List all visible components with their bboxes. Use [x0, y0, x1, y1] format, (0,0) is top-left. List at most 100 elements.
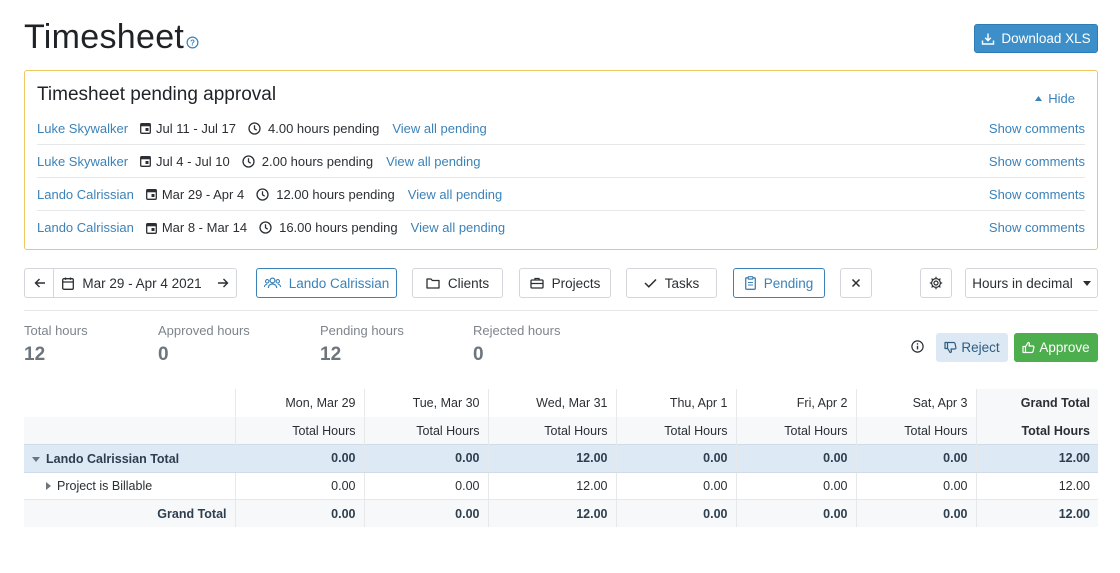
column-header-day: Mon, Mar 29 — [235, 389, 365, 417]
table-cell: 0.00 — [736, 499, 857, 527]
pending-user-link[interactable]: Luke Skywalker — [37, 121, 128, 136]
table-cell: 0.00 — [235, 444, 365, 473]
table-cell: 12.00 — [488, 499, 617, 527]
total-hours-label: Total hours — [24, 323, 88, 338]
arrow-left-icon — [34, 278, 45, 288]
pending-user-link[interactable]: Luke Skywalker — [37, 154, 128, 169]
table-cell-total: 12.00 — [976, 472, 1098, 500]
pending-row: Lando Calrissian Mar 8 - Mar 14 16.00 ho… — [37, 211, 1085, 244]
rejected-hours-value: 0 — [473, 344, 484, 365]
close-icon — [851, 278, 861, 288]
table-cell: 0.00 — [736, 472, 857, 500]
column-header-day: Wed, Mar 31 — [488, 389, 617, 417]
calendar-icon — [145, 189, 157, 200]
hide-link[interactable]: Hide — [1035, 91, 1075, 106]
pending-title: Timesheet pending approval — [37, 84, 277, 105]
column-header-day: Sat, Apr 3 — [856, 389, 977, 417]
table-cell: 12.00 — [488, 444, 617, 473]
pending-filter-button[interactable]: Pending — [733, 268, 825, 298]
column-subheader: Total Hours — [976, 417, 1098, 445]
table-cell: 0.00 — [235, 499, 365, 527]
users-icon — [263, 277, 281, 289]
caret-down-icon[interactable] — [32, 456, 40, 462]
projects-label: Projects — [551, 275, 601, 291]
show-comments-link[interactable]: Show comments — [989, 187, 1085, 202]
calendar-icon — [140, 156, 151, 167]
table-cell: 0.00 — [856, 444, 977, 473]
view-all-pending-link[interactable]: View all pending — [392, 121, 486, 136]
reject-label: Reject — [961, 340, 1000, 355]
pending-row: Lando Calrissian Mar 29 - Apr 4 12.00 ho… — [37, 178, 1085, 211]
checkmark-icon — [644, 278, 657, 288]
pending-dates: Jul 4 - Jul 10 — [140, 154, 230, 169]
table-cell: 0.00 — [364, 472, 489, 500]
table-cell: 0.00 — [736, 444, 857, 473]
total-hours-value: 12 — [24, 344, 46, 365]
page-title: Timesheet — [24, 18, 185, 56]
pending-row: Luke Skywalker Jul 4 - Jul 10 2.00 hours… — [37, 145, 1085, 178]
pending-user-link[interactable]: Lando Calrissian — [37, 220, 134, 235]
clock-icon — [256, 187, 269, 201]
table-cell: 0.00 — [364, 499, 489, 527]
row-label: Grand Total — [24, 499, 236, 527]
pending-dates: Jul 11 - Jul 17 — [140, 121, 236, 136]
pending-user-link[interactable]: Lando Calrissian — [37, 187, 134, 202]
view-all-pending-link[interactable]: View all pending — [386, 154, 480, 169]
row-label-cell[interactable]: Lando Calrissian Total — [24, 444, 236, 473]
table-row-user-total[interactable]: Lando Calrissian Total 0.00 0.00 12.00 0… — [24, 444, 1098, 473]
table-cell: 0.00 — [616, 444, 737, 473]
table-cell: 0.00 — [856, 499, 977, 527]
download-xls-button[interactable]: Download XLS — [974, 24, 1098, 53]
column-header-day: Tue, Mar 30 — [364, 389, 489, 417]
view-all-pending-link[interactable]: View all pending — [408, 187, 502, 202]
show-comments-link[interactable]: Show comments — [989, 154, 1085, 169]
previous-week-button[interactable] — [24, 268, 54, 298]
svg-text:?: ? — [190, 38, 195, 47]
table-corner-cell — [24, 417, 236, 445]
view-all-pending-link[interactable]: View all pending — [411, 220, 505, 235]
table-subheader-row: Total Hours Total Hours Total Hours Tota… — [24, 417, 1098, 445]
clear-filters-button[interactable] — [840, 268, 872, 298]
arrow-right-icon — [218, 278, 229, 288]
clock-icon — [259, 221, 272, 234]
caret-right-icon[interactable] — [46, 481, 51, 490]
clients-filter-button[interactable]: Clients — [412, 268, 503, 298]
thumbs-up-icon — [1022, 341, 1035, 354]
clock-icon — [248, 121, 261, 135]
info-icon[interactable] — [911, 340, 924, 353]
row-label-cell[interactable]: Project is Billable — [24, 472, 236, 500]
user-filter-button[interactable]: Lando Calrissian — [256, 268, 397, 298]
pending-dates: Mar 29 - Apr 4 — [145, 187, 244, 202]
table-cell: 0.00 — [235, 472, 365, 500]
toolbar-divider — [24, 310, 1098, 311]
table-row-project[interactable]: Project is Billable 0.00 0.00 12.00 0.00… — [24, 472, 1098, 500]
pending-label: Pending — [763, 275, 814, 291]
show-comments-link[interactable]: Show comments — [989, 220, 1085, 235]
tasks-label: Tasks — [664, 275, 700, 291]
date-range-picker[interactable]: Mar 29 - Apr 4 2021 — [53, 268, 211, 298]
date-range-label: Mar 29 - Apr 4 2021 — [82, 275, 202, 291]
tasks-filter-button[interactable]: Tasks — [626, 268, 717, 298]
hours-format-select[interactable]: Hours in decimal — [965, 268, 1098, 298]
show-comments-link[interactable]: Show comments — [989, 121, 1085, 136]
column-subheader: Total Hours — [364, 417, 489, 445]
pending-hours: 12.00 hours pending — [256, 187, 395, 202]
hours-format-label: Hours in decimal — [972, 275, 1073, 291]
column-subheader: Total Hours — [736, 417, 857, 445]
table-cell-total: 12.00 — [976, 499, 1098, 527]
reject-button[interactable]: Reject — [936, 333, 1008, 362]
settings-button[interactable] — [920, 268, 952, 298]
user-filter-label: Lando Calrissian — [288, 275, 390, 291]
approve-button[interactable]: Approve — [1014, 333, 1098, 362]
gear-icon — [929, 276, 943, 290]
help-icon[interactable]: ? — [186, 36, 199, 49]
chevron-down-icon — [1082, 280, 1091, 286]
next-week-button[interactable] — [210, 268, 237, 298]
thumbs-down-icon — [944, 341, 957, 354]
table-cell: 0.00 — [616, 499, 737, 527]
pending-dates: Mar 8 - Mar 14 — [145, 220, 247, 235]
calendar-icon — [140, 123, 151, 134]
folder-icon — [426, 278, 440, 289]
projects-filter-button[interactable]: Projects — [519, 268, 611, 298]
table-row-grand-total: Grand Total 0.00 0.00 12.00 0.00 0.00 0.… — [24, 499, 1098, 527]
